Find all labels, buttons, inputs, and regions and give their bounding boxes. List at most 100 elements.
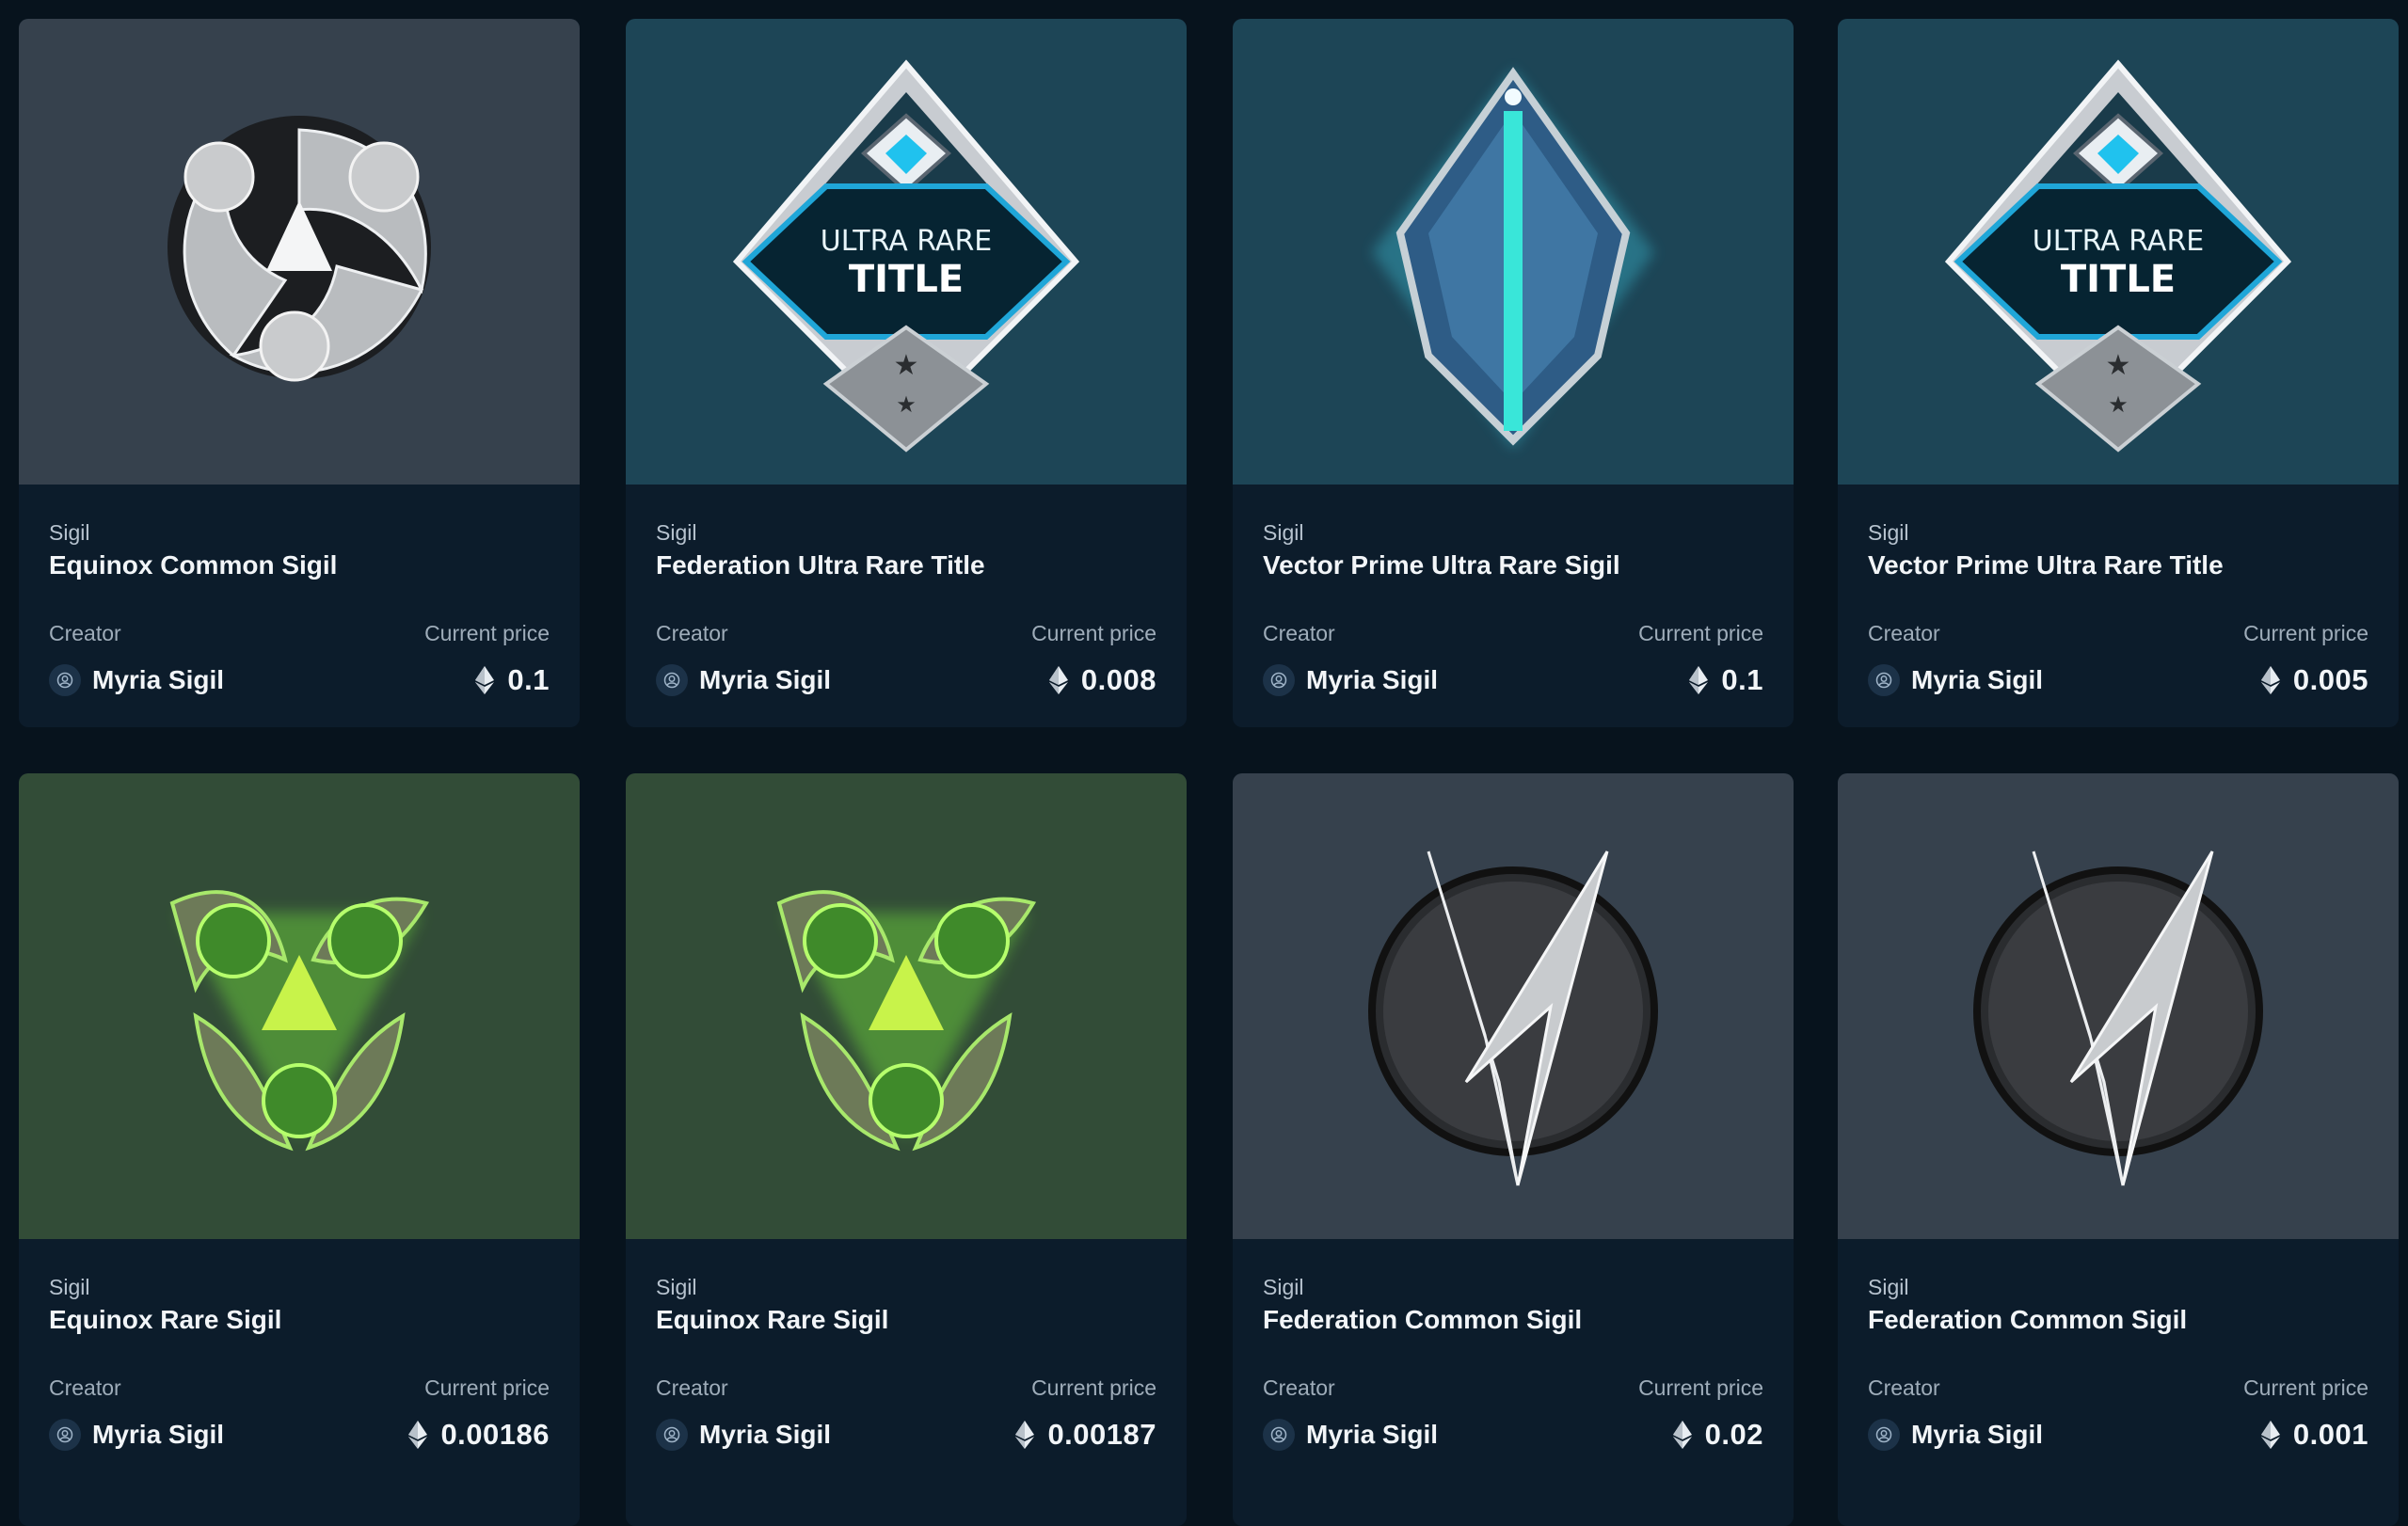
creator-name[interactable]: Myria Sigil [1911,1420,2043,1450]
nft-thumbnail[interactable] [1838,773,2399,1239]
creator[interactable]: Myria Sigil [1868,1418,2043,1452]
nft-card-info: Sigil Equinox Common Sigil Creator Curre… [19,485,580,727]
nft-card[interactable]: Sigil Federation Common Sigil Creator Cu… [1838,773,2399,1526]
nft-card[interactable]: Sigil Equinox Common Sigil Creator Curre… [19,19,580,727]
nft-card-info: Sigil Federation Common Sigil Creator Cu… [1233,1239,1794,1526]
nft-name[interactable]: Equinox Rare Sigil [49,1305,281,1335]
creator[interactable]: Myria Sigil [1263,1418,1438,1452]
current-price-label: Current price [2243,1375,2368,1400]
creator-name[interactable]: Myria Sigil [699,1420,831,1450]
creator[interactable]: Myria Sigil [656,663,831,697]
creator-name[interactable]: Myria Sigil [1911,665,2043,695]
nft-card[interactable]: Sigil Federation Common Sigil Creator Cu… [1233,773,1794,1526]
creator-label: Creator [49,1375,121,1400]
vector-prime-sigil-art [1372,66,1654,450]
current-price: 0.008 [1048,663,1156,697]
creator[interactable]: Myria Sigil [49,1418,224,1452]
nft-card-grid: Sigil Equinox Common Sigil Creator Curre… [0,0,2408,1526]
nft-card[interactable]: ULTRA RARE TITLE ★ ★ Sigil Vector Prime … [1838,19,2399,727]
user-icon [1263,664,1295,696]
ethereum-icon [408,1421,428,1449]
equinox-common-sigil-art [167,115,431,381]
nft-type: Sigil [1868,520,1909,545]
price-value: 0.1 [1721,663,1763,696]
nft-thumbnail[interactable] [626,773,1187,1239]
ultra-rare-title-badge-art: ULTRA RARE TITLE ★ ★ [1944,58,2292,453]
art-text-line: TITLE [849,258,964,301]
nft-type: Sigil [1263,1275,1304,1299]
ethereum-icon [1689,666,1709,694]
ethereum-icon [1015,1421,1035,1449]
nft-type: Sigil [49,1275,90,1299]
ethereum-icon [475,666,495,694]
federation-common-sigil-art [1973,850,2263,1185]
creator[interactable]: Myria Sigil [1263,663,1438,697]
nft-card-info: Sigil Federation Common Sigil Creator Cu… [1838,1239,2399,1526]
price-value: 0.008 [1080,663,1156,696]
nft-name[interactable]: Federation Common Sigil [1263,1305,1582,1335]
nft-name[interactable]: Vector Prime Ultra Rare Title [1868,550,2224,580]
user-icon [49,1419,81,1451]
creator-name[interactable]: Myria Sigil [1306,665,1438,695]
nft-name[interactable]: Federation Ultra Rare Title [656,550,985,580]
creator-label: Creator [1868,621,1940,645]
svg-text:★: ★ [896,392,917,418]
price-value: 0.00186 [440,1418,550,1451]
current-price: 0.1 [475,663,550,697]
creator-name[interactable]: Myria Sigil [1306,1420,1438,1450]
nft-thumbnail[interactable] [19,19,580,485]
nft-type: Sigil [656,1275,697,1299]
creator-label: Creator [1263,621,1335,645]
nft-name[interactable]: Federation Common Sigil [1868,1305,2187,1335]
nft-type: Sigil [1868,1275,1909,1299]
nft-card-info: Sigil Vector Prime Ultra Rare Sigil Crea… [1233,485,1794,727]
creator[interactable]: Myria Sigil [49,663,224,697]
nft-card[interactable]: ULTRA RARE TITLE ★ ★ Sigil Federation Ul… [626,19,1187,727]
current-price-label: Current price [2243,621,2368,645]
user-icon [1263,1419,1295,1451]
price-value: 0.001 [2292,1418,2368,1451]
user-icon [1868,1419,1900,1451]
svg-text:★: ★ [2106,350,2131,381]
nft-thumbnail[interactable]: ULTRA RARE TITLE ★ ★ [1838,19,2399,485]
nft-card[interactable]: Sigil Equinox Rare Sigil Creator Current… [19,773,580,1526]
price-value: 0.1 [507,663,550,696]
svg-text:★: ★ [894,350,919,381]
nft-thumbnail[interactable] [1233,773,1794,1239]
creator-label: Creator [1263,1375,1335,1400]
current-price: 0.005 [2260,663,2368,697]
nft-card[interactable]: Sigil Vector Prime Ultra Rare Sigil Crea… [1233,19,1794,727]
current-price-label: Current price [1638,621,1763,645]
nft-thumbnail[interactable] [1233,19,1794,485]
creator-name[interactable]: Myria Sigil [92,665,224,695]
art-text-line: TITLE [2061,258,2176,301]
nft-card-info: Sigil Federation Ultra Rare Title Creato… [626,485,1187,727]
creator-label: Creator [656,621,728,645]
creator-label: Creator [49,621,121,645]
current-price-label: Current price [1031,1375,1156,1400]
current-price-label: Current price [1638,1375,1763,1400]
ethereum-icon [1672,1421,1692,1449]
creator[interactable]: Myria Sigil [656,1418,831,1452]
nft-name[interactable]: Equinox Common Sigil [49,550,337,580]
nft-type: Sigil [49,520,90,545]
nft-card[interactable]: Sigil Equinox Rare Sigil Creator Current… [626,773,1187,1526]
current-price-label: Current price [424,1375,550,1400]
nft-type: Sigil [1263,520,1304,545]
ultra-rare-title-badge-art: ULTRA RARE TITLE ★ ★ [732,58,1080,453]
creator[interactable]: Myria Sigil [1868,663,2043,697]
creator-name[interactable]: Myria Sigil [92,1420,224,1450]
nft-type: Sigil [656,520,697,545]
current-price: 0.1 [1689,663,1763,697]
current-price: 0.00187 [1015,1418,1156,1452]
creator-name[interactable]: Myria Sigil [699,665,831,695]
nft-name[interactable]: Vector Prime Ultra Rare Sigil [1263,550,1620,580]
federation-common-sigil-art [1368,850,1658,1185]
nft-thumbnail[interactable] [19,773,580,1239]
nft-card-info: Sigil Equinox Rare Sigil Creator Current… [19,1239,580,1526]
nft-name[interactable]: Equinox Rare Sigil [656,1305,888,1335]
price-value: 0.02 [1704,1418,1763,1451]
user-icon [656,1419,688,1451]
nft-thumbnail[interactable]: ULTRA RARE TITLE ★ ★ [626,19,1187,485]
nft-card-info: Sigil Equinox Rare Sigil Creator Current… [626,1239,1187,1526]
